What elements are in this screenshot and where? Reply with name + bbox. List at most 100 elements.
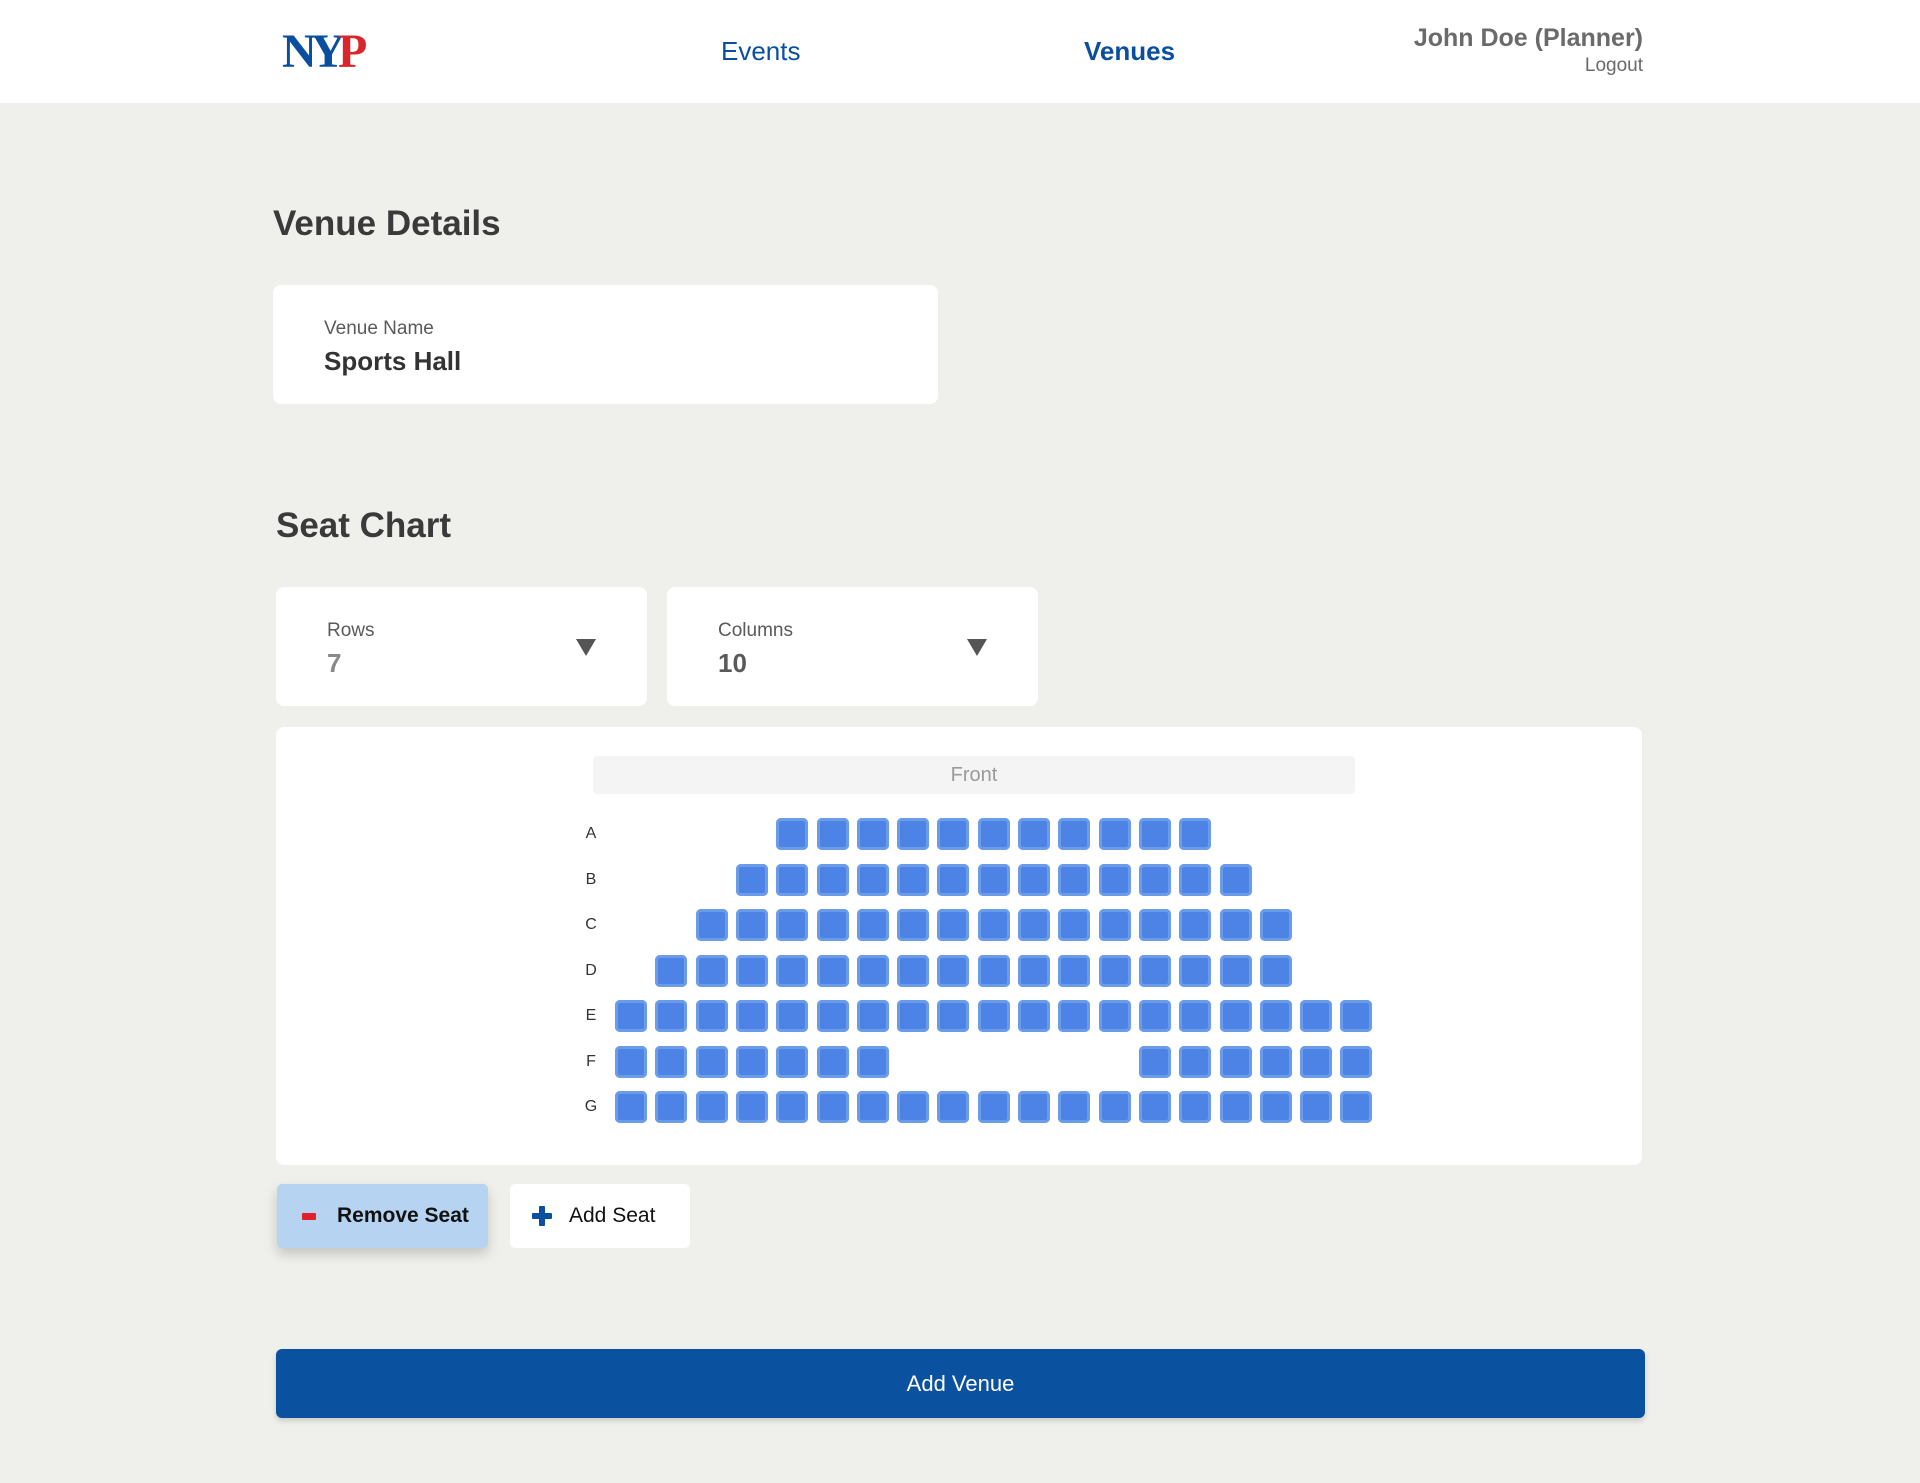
add-venue-button[interactable]: Add Venue xyxy=(276,1349,1645,1418)
seat-C16[interactable] xyxy=(1220,909,1252,941)
seat-F16[interactable] xyxy=(1220,1046,1252,1078)
seat-G8[interactable] xyxy=(897,1091,929,1123)
seat-F2[interactable] xyxy=(655,1046,687,1078)
seat-G17[interactable] xyxy=(1260,1091,1292,1123)
seat-G6[interactable] xyxy=(817,1091,849,1123)
seat-F3[interactable] xyxy=(696,1046,728,1078)
seat-D3[interactable] xyxy=(696,955,728,987)
venue-name-value[interactable]: Sports Hall xyxy=(324,346,461,377)
seat-D17[interactable] xyxy=(1260,955,1292,987)
seat-G9[interactable] xyxy=(937,1091,969,1123)
seat-E19[interactable] xyxy=(1340,1000,1372,1032)
seat-E14[interactable] xyxy=(1139,1000,1171,1032)
seat-G4[interactable] xyxy=(736,1091,768,1123)
seat-G18[interactable] xyxy=(1300,1091,1332,1123)
seat-C5[interactable] xyxy=(776,909,808,941)
seat-B4[interactable] xyxy=(736,864,768,896)
seat-D2[interactable] xyxy=(655,955,687,987)
seat-C14[interactable] xyxy=(1139,909,1171,941)
rows-select[interactable]: Rows 7 xyxy=(276,587,647,706)
seat-E9[interactable] xyxy=(937,1000,969,1032)
seat-E13[interactable] xyxy=(1099,1000,1131,1032)
seat-C12[interactable] xyxy=(1058,909,1090,941)
seat-E18[interactable] xyxy=(1300,1000,1332,1032)
nyp-logo[interactable]: NY P xyxy=(282,25,378,78)
seat-C15[interactable] xyxy=(1179,909,1211,941)
remove-seat-button[interactable]: Remove Seat xyxy=(277,1184,488,1248)
seat-G15[interactable] xyxy=(1179,1091,1211,1123)
seat-A9[interactable] xyxy=(937,818,969,850)
seat-G5[interactable] xyxy=(776,1091,808,1123)
seat-G1[interactable] xyxy=(615,1091,647,1123)
seat-C11[interactable] xyxy=(1018,909,1050,941)
seat-D15[interactable] xyxy=(1179,955,1211,987)
seat-B7[interactable] xyxy=(857,864,889,896)
seat-E5[interactable] xyxy=(776,1000,808,1032)
seat-D7[interactable] xyxy=(857,955,889,987)
seat-B8[interactable] xyxy=(897,864,929,896)
seat-D4[interactable] xyxy=(736,955,768,987)
seat-D12[interactable] xyxy=(1058,955,1090,987)
seat-G7[interactable] xyxy=(857,1091,889,1123)
columns-select[interactable]: Columns 10 xyxy=(667,587,1038,706)
seat-B14[interactable] xyxy=(1139,864,1171,896)
seat-C8[interactable] xyxy=(897,909,929,941)
seat-A13[interactable] xyxy=(1099,818,1131,850)
seat-A12[interactable] xyxy=(1058,818,1090,850)
seat-E8[interactable] xyxy=(897,1000,929,1032)
seat-B16[interactable] xyxy=(1220,864,1252,896)
seat-D9[interactable] xyxy=(937,955,969,987)
caret-down-icon[interactable] xyxy=(576,639,596,656)
seat-D6[interactable] xyxy=(817,955,849,987)
seat-F14[interactable] xyxy=(1139,1046,1171,1078)
seat-C17[interactable] xyxy=(1260,909,1292,941)
venue-name-field[interactable]: Venue Name Sports Hall xyxy=(273,285,938,404)
seat-B6[interactable] xyxy=(817,864,849,896)
seat-A8[interactable] xyxy=(897,818,929,850)
seat-C6[interactable] xyxy=(817,909,849,941)
seat-D10[interactable] xyxy=(978,955,1010,987)
seat-F19[interactable] xyxy=(1340,1046,1372,1078)
seat-B5[interactable] xyxy=(776,864,808,896)
seat-F5[interactable] xyxy=(776,1046,808,1078)
seat-C13[interactable] xyxy=(1099,909,1131,941)
seat-E16[interactable] xyxy=(1220,1000,1252,1032)
seat-D13[interactable] xyxy=(1099,955,1131,987)
seat-E15[interactable] xyxy=(1179,1000,1211,1032)
seat-D11[interactable] xyxy=(1018,955,1050,987)
seat-E11[interactable] xyxy=(1018,1000,1050,1032)
seat-G10[interactable] xyxy=(978,1091,1010,1123)
seat-D14[interactable] xyxy=(1139,955,1171,987)
seat-E12[interactable] xyxy=(1058,1000,1090,1032)
seat-D8[interactable] xyxy=(897,955,929,987)
seat-E2[interactable] xyxy=(655,1000,687,1032)
seat-C10[interactable] xyxy=(978,909,1010,941)
seat-A15[interactable] xyxy=(1179,818,1211,850)
seat-F18[interactable] xyxy=(1300,1046,1332,1078)
seat-F6[interactable] xyxy=(817,1046,849,1078)
seat-D5[interactable] xyxy=(776,955,808,987)
seat-G19[interactable] xyxy=(1340,1091,1372,1123)
seat-A11[interactable] xyxy=(1018,818,1050,850)
seat-F4[interactable] xyxy=(736,1046,768,1078)
seat-A5[interactable] xyxy=(776,818,808,850)
seat-G11[interactable] xyxy=(1018,1091,1050,1123)
seat-B13[interactable] xyxy=(1099,864,1131,896)
seat-A14[interactable] xyxy=(1139,818,1171,850)
seat-G3[interactable] xyxy=(696,1091,728,1123)
seat-E4[interactable] xyxy=(736,1000,768,1032)
seat-E7[interactable] xyxy=(857,1000,889,1032)
caret-down-icon[interactable] xyxy=(967,639,987,656)
seat-F7[interactable] xyxy=(857,1046,889,1078)
seat-D16[interactable] xyxy=(1220,955,1252,987)
seat-F15[interactable] xyxy=(1179,1046,1211,1078)
seat-E10[interactable] xyxy=(978,1000,1010,1032)
seat-C4[interactable] xyxy=(736,909,768,941)
seat-C9[interactable] xyxy=(937,909,969,941)
seat-F17[interactable] xyxy=(1260,1046,1292,1078)
seat-G2[interactable] xyxy=(655,1091,687,1123)
seat-E1[interactable] xyxy=(615,1000,647,1032)
seat-B11[interactable] xyxy=(1018,864,1050,896)
seat-B12[interactable] xyxy=(1058,864,1090,896)
seat-F1[interactable] xyxy=(615,1046,647,1078)
